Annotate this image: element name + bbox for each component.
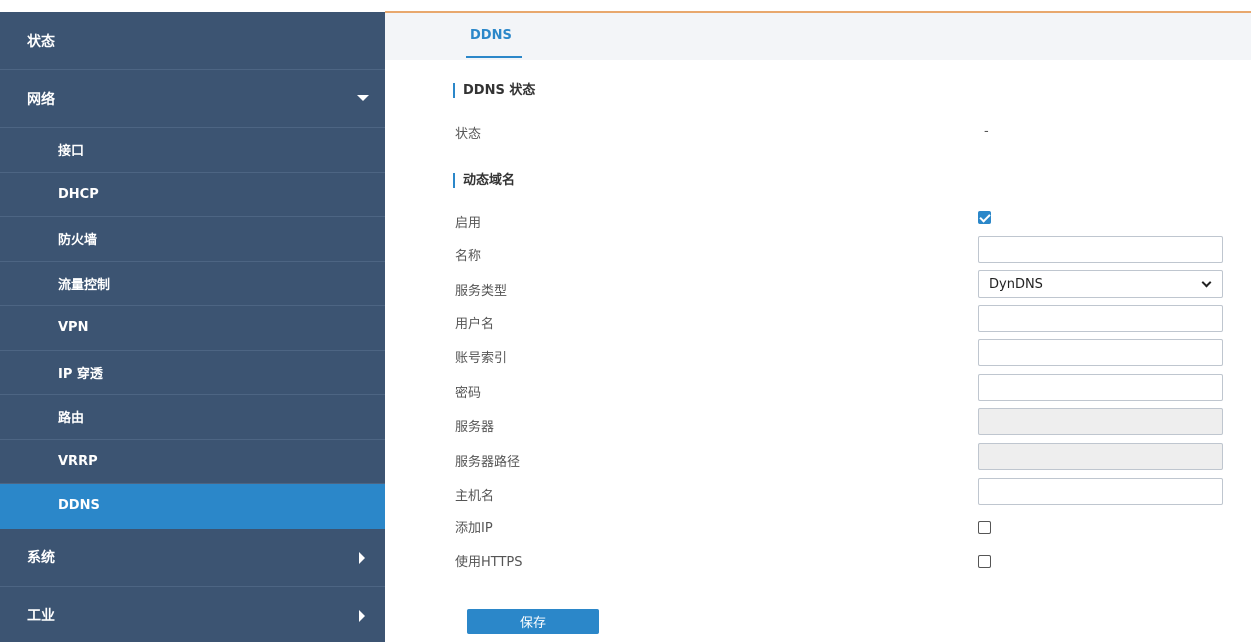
username-input[interactable]: [978, 305, 1223, 332]
service-type-value: DynDNS: [989, 276, 1043, 292]
app-window: 状态 网络 接口 DHCP 防火墙 流量控制 VPN IP 穿透 路由 VRRP: [0, 0, 1251, 642]
sidebar-item-label: DDNS: [58, 498, 100, 514]
caret-right-icon: [359, 609, 365, 622]
caret-down-icon: [357, 95, 369, 101]
status-value: -: [984, 124, 989, 139]
sidebar-item-status[interactable]: 状态: [0, 12, 385, 70]
save-button[interactable]: 保存: [467, 609, 599, 634]
hostname-input[interactable]: [978, 478, 1223, 505]
hostname-label: 主机名: [455, 489, 495, 504]
sidebar-item-label: 路由: [58, 411, 85, 427]
use-https-checkbox[interactable]: [978, 555, 991, 568]
sidebar-item-ip-passthrough[interactable]: IP 穿透: [0, 351, 385, 395]
sidebar-item-traffic-control[interactable]: 流量控制: [0, 262, 385, 306]
caret-right-icon: [359, 551, 365, 564]
chevron-down-icon: [1201, 277, 1212, 288]
add-ip-label: 添加IP: [455, 521, 493, 536]
sidebar-item-label: VPN: [58, 320, 89, 336]
section-title-dynamic-domain: 动态域名: [453, 173, 515, 188]
tab-active-indicator: [466, 56, 522, 58]
tab-bar: DDNS: [385, 13, 1251, 60]
server-path-input: [978, 443, 1223, 470]
sidebar-item-firewall[interactable]: 防火墙: [0, 217, 385, 262]
account-index-label: 账号索引: [455, 351, 508, 366]
sidebar-item-interface[interactable]: 接口: [0, 128, 385, 173]
account-index-input[interactable]: [978, 339, 1223, 366]
section-title-ddns-status: DDNS 状态: [453, 83, 535, 98]
sidebar-item-label: 状态: [27, 33, 55, 50]
service-type-label: 服务类型: [455, 284, 508, 299]
sidebar-item-label: IP 穿透: [58, 366, 103, 382]
sidebar-item-network[interactable]: 网络: [0, 70, 385, 128]
server-label: 服务器: [455, 420, 495, 435]
sidebar-item-industrial[interactable]: 工业: [0, 587, 385, 642]
sidebar-item-label: 网络: [27, 91, 55, 108]
enable-label: 启用: [455, 216, 482, 231]
tab-ddns[interactable]: DDNS: [470, 28, 512, 43]
add-ip-checkbox[interactable]: [978, 521, 991, 534]
enable-checkbox[interactable]: [978, 211, 991, 224]
status-label: 状态: [455, 127, 482, 142]
server-path-label: 服务器路径: [455, 455, 521, 470]
sidebar-item-label: 工业: [27, 608, 55, 624]
sidebar-item-label: VRRP: [58, 453, 98, 469]
use-https-label: 使用HTTPS: [455, 555, 523, 570]
sidebar-item-dhcp[interactable]: DHCP: [0, 173, 385, 217]
sidebar-item-label: 流量控制: [58, 277, 111, 293]
sidebar-item-routing[interactable]: 路由: [0, 395, 385, 440]
sidebar-item-ddns[interactable]: DDNS: [0, 484, 385, 529]
name-label: 名称: [455, 249, 482, 264]
password-input[interactable]: [978, 374, 1223, 401]
service-type-select[interactable]: DynDNS: [978, 270, 1223, 298]
sidebar-item-system[interactable]: 系统: [0, 529, 385, 587]
name-input[interactable]: [978, 236, 1223, 263]
sidebar-item-label: 系统: [27, 550, 55, 566]
sidebar-item-label: 防火墙: [58, 233, 98, 249]
sidebar-item-vrrp[interactable]: VRRP: [0, 440, 385, 484]
server-input: [978, 408, 1223, 435]
password-label: 密码: [455, 386, 482, 401]
username-label: 用户名: [455, 317, 495, 332]
sidebar: 状态 网络 接口 DHCP 防火墙 流量控制 VPN IP 穿透 路由 VRRP: [0, 12, 385, 642]
sidebar-item-label: 接口: [58, 144, 85, 160]
sidebar-item-vpn[interactable]: VPN: [0, 306, 385, 351]
sidebar-item-label: DHCP: [58, 186, 99, 202]
